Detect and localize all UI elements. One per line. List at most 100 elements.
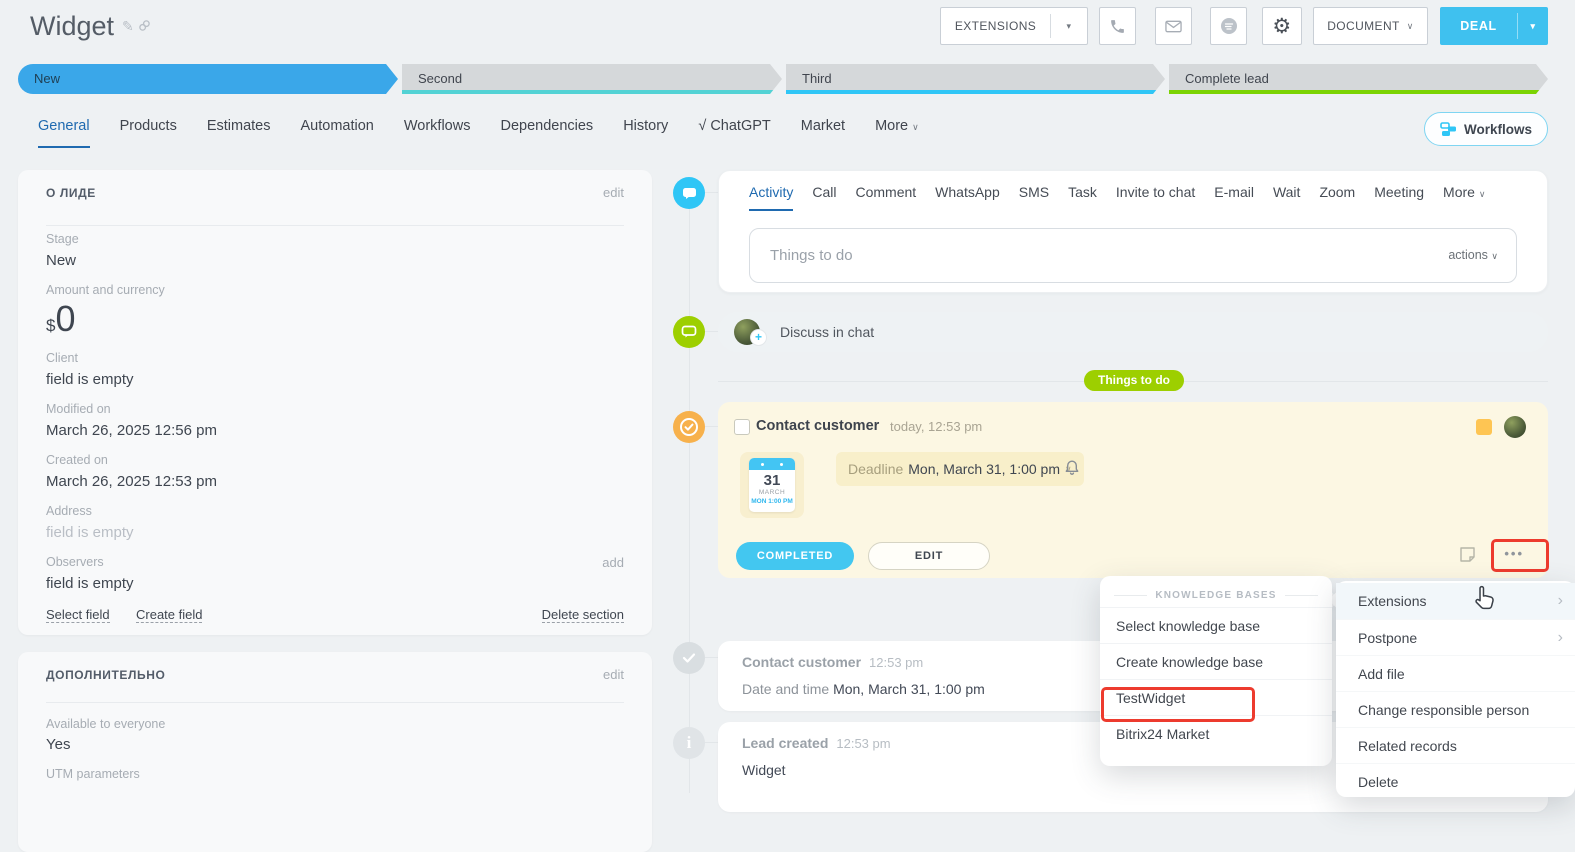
field-value-observers[interactable]: field is empty bbox=[46, 575, 134, 592]
task-title[interactable]: Contact customer bbox=[756, 418, 879, 434]
discuss-in-chat-row[interactable]: + Discuss in chat bbox=[718, 312, 1548, 352]
document-button-label: DOCUMENT bbox=[1327, 19, 1400, 33]
tab-market[interactable]: Market bbox=[801, 118, 845, 148]
menu-item-extensions[interactable]: Extensions › bbox=[1336, 583, 1575, 619]
actions-dropdown[interactable]: actions ∨ bbox=[1448, 229, 1498, 283]
tab-estimates[interactable]: Estimates bbox=[207, 118, 271, 148]
chevron-down-icon: ∨ bbox=[1491, 251, 1498, 261]
tab-sms[interactable]: SMS bbox=[1019, 184, 1049, 211]
todo-input[interactable]: Things to do actions ∨ bbox=[749, 228, 1517, 283]
history-detail: Widget bbox=[742, 762, 786, 778]
settings-button[interactable]: ⚙ bbox=[1262, 7, 1302, 45]
tab-meeting[interactable]: Meeting bbox=[1374, 184, 1424, 211]
tab-workflows[interactable]: Workflows bbox=[404, 118, 471, 148]
tab-zoom[interactable]: Zoom bbox=[1319, 184, 1355, 211]
field-value-modified: March 26, 2025 12:56 pm bbox=[46, 422, 217, 439]
menu-item-create-knowledge-base[interactable]: Create knowledge base bbox=[1100, 643, 1332, 679]
envelope-icon bbox=[1165, 20, 1182, 32]
edit-button[interactable]: EDIT bbox=[868, 542, 990, 570]
note-icon[interactable] bbox=[1459, 546, 1476, 568]
tab-history[interactable]: History bbox=[623, 118, 668, 148]
deal-button[interactable]: DEAL ▾ bbox=[1440, 7, 1548, 45]
actions-label: actions bbox=[1448, 248, 1488, 262]
tab-more[interactable]: More ∨ bbox=[1443, 184, 1485, 211]
extensions-button[interactable]: EXTENSIONS ▾ bbox=[940, 7, 1088, 45]
menu-item-postpone[interactable]: Postpone › bbox=[1336, 619, 1575, 655]
stage-third[interactable]: Third bbox=[786, 64, 1165, 94]
deadline-chip[interactable]: Deadline Mon, March 31, 1:00 pm ∨ bbox=[836, 452, 1084, 486]
delete-section-link[interactable]: Delete section bbox=[541, 607, 624, 623]
email-button[interactable] bbox=[1155, 7, 1192, 45]
add-observer-link[interactable]: add bbox=[602, 555, 624, 570]
edit-section-link[interactable]: edit bbox=[603, 185, 624, 200]
tab-chatgpt[interactable]: √ ChatGPT bbox=[698, 118, 770, 148]
timeline-line bbox=[689, 193, 690, 793]
field-value-stage[interactable]: New bbox=[46, 252, 76, 269]
link-icon[interactable] bbox=[138, 19, 151, 35]
status-badge bbox=[1476, 419, 1492, 435]
edit-title-icon[interactable]: ✎ bbox=[122, 18, 134, 35]
timeline-connector bbox=[705, 742, 718, 743]
tab-automation[interactable]: Automation bbox=[301, 118, 374, 148]
menu-item-bitrix24-market[interactable]: Bitrix24 Market bbox=[1100, 715, 1332, 751]
task-card: Contact customer today, 12:53 pm 31 MARC… bbox=[718, 402, 1548, 578]
tab-products[interactable]: Products bbox=[120, 118, 177, 148]
menu-item-select-knowledge-base[interactable]: Select knowledge base bbox=[1100, 607, 1332, 643]
tab-activity[interactable]: Activity bbox=[749, 184, 794, 211]
edit-section-link[interactable]: edit bbox=[603, 667, 624, 682]
tab-wait[interactable]: Wait bbox=[1273, 184, 1300, 211]
chat-marker-icon bbox=[673, 316, 705, 348]
messenger-button[interactable] bbox=[1210, 7, 1247, 45]
tab-call[interactable]: Call bbox=[812, 184, 836, 211]
chevron-down-icon[interactable]: ▾ bbox=[1051, 21, 1087, 32]
more-actions-button[interactable]: ••• bbox=[1504, 546, 1524, 561]
select-field-link[interactable]: Select field bbox=[46, 607, 110, 623]
stage-complete-lead[interactable]: Complete lead bbox=[1169, 64, 1548, 94]
info-glyph: i bbox=[686, 733, 692, 752]
tab-dependencies[interactable]: Dependencies bbox=[500, 118, 593, 148]
menu-item-testwidget[interactable]: TestWidget bbox=[1100, 679, 1332, 715]
tab-more-label: More bbox=[875, 118, 909, 134]
gear-icon: ⚙ bbox=[1272, 14, 1292, 38]
menu-item-delete[interactable]: Delete bbox=[1336, 763, 1575, 799]
task-context-menu: Extensions › Postpone › Add file Change re… bbox=[1336, 581, 1575, 797]
calendar-header bbox=[749, 458, 795, 470]
tab-more[interactable]: More ∨ bbox=[875, 118, 919, 148]
field-label-amount: Amount and currency bbox=[46, 283, 165, 297]
task-time: today, 12:53 pm bbox=[890, 419, 983, 434]
calendar-widget: 31 MARCH MON 1:00 PM bbox=[740, 452, 804, 518]
tab-invite-to-chat[interactable]: Invite to chat bbox=[1116, 184, 1195, 211]
field-value-client[interactable]: field is empty bbox=[46, 371, 134, 388]
stage-second[interactable]: Second bbox=[402, 64, 782, 94]
menu-item-add-file[interactable]: Add file bbox=[1336, 655, 1575, 691]
field-label-stage: Stage bbox=[46, 232, 79, 246]
timeline-connector bbox=[705, 192, 718, 193]
completed-button[interactable]: COMPLETED bbox=[736, 542, 854, 570]
task-checkbox[interactable] bbox=[734, 419, 750, 435]
document-button[interactable]: DOCUMENT ∨ bbox=[1313, 7, 1428, 45]
stage-color-strip bbox=[786, 90, 1165, 94]
menu-item-related-records[interactable]: Related records bbox=[1336, 727, 1575, 763]
bell-icon[interactable] bbox=[1064, 459, 1080, 482]
history-time: 12:53 pm bbox=[869, 655, 924, 670]
avatar bbox=[1504, 416, 1526, 438]
chevron-down-icon[interactable]: ▾ bbox=[1518, 21, 1548, 32]
workflows-pill-button[interactable]: Workflows bbox=[1424, 112, 1548, 146]
field-value-amount[interactable]: $0 bbox=[46, 298, 76, 340]
phone-icon bbox=[1111, 19, 1124, 33]
tab-email[interactable]: E-mail bbox=[1214, 184, 1254, 211]
call-button[interactable] bbox=[1099, 7, 1136, 45]
tab-comment[interactable]: Comment bbox=[855, 184, 916, 211]
menu-item-change-responsible-person[interactable]: Change responsible person bbox=[1336, 691, 1575, 727]
tab-task[interactable]: Task bbox=[1068, 184, 1097, 211]
page-title: Widget bbox=[30, 11, 115, 41]
knowledge-bases-menu: KNOWLEDGE BASES Select knowledge base Cr… bbox=[1100, 576, 1332, 766]
history-title-text: Contact customer bbox=[742, 654, 862, 670]
tab-whatsapp[interactable]: WhatsApp bbox=[935, 184, 1000, 211]
calendar-day: 31 bbox=[763, 472, 781, 489]
field-label-utm: UTM parameters bbox=[46, 767, 140, 781]
field-value-address[interactable]: field is empty bbox=[46, 524, 134, 541]
stage-new[interactable]: New bbox=[18, 64, 398, 94]
tab-general[interactable]: General bbox=[38, 118, 90, 148]
create-field-link[interactable]: Create field bbox=[136, 607, 203, 623]
